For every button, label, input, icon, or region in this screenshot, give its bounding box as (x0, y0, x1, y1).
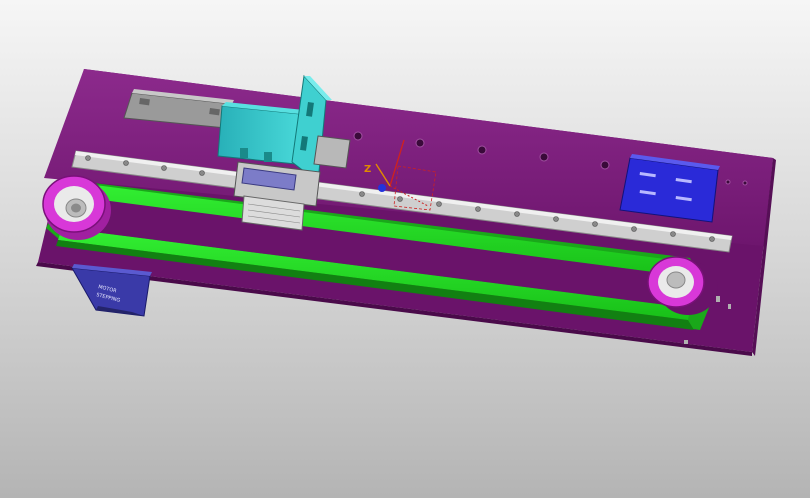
stepper-motor[interactable]: MOTOR STEPPING (71, 264, 152, 317)
triad-label-z: Z (364, 164, 371, 175)
assembly-model: MOTOR STEPPING Z (36, 69, 776, 356)
carriage-bracket[interactable] (217, 102, 304, 165)
sensor-block[interactable] (619, 154, 720, 223)
triad-origin-marker (378, 184, 386, 192)
cad-3d-viewport[interactable]: MOTOR STEPPING Z (0, 0, 810, 498)
